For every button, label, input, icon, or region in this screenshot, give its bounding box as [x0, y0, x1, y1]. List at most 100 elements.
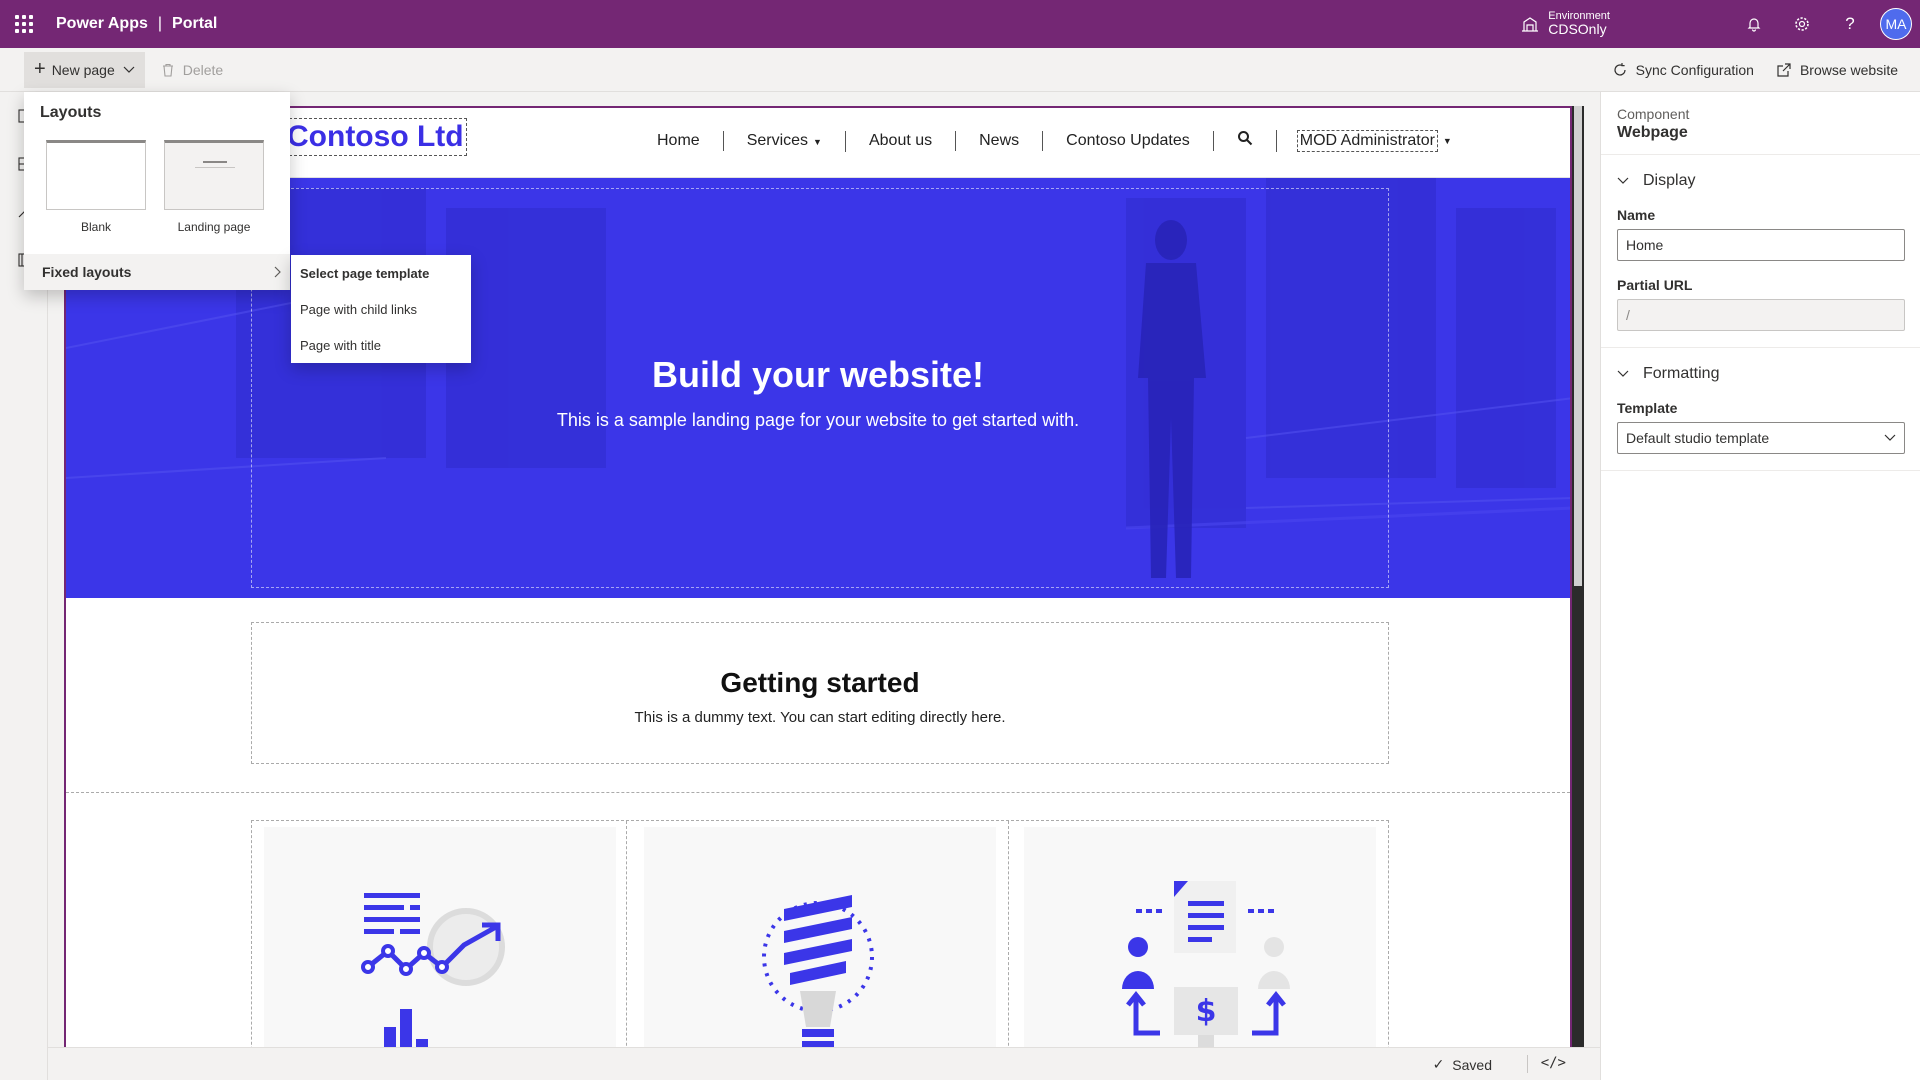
layouts-flyout: Layouts Blank Landing page Fixed layouts	[24, 92, 290, 290]
layout-blank-label: Blank	[80, 220, 112, 234]
section-divider	[66, 792, 1570, 793]
search-icon	[1237, 131, 1252, 146]
template-dropdown[interactable]: Default studio template	[1617, 422, 1905, 454]
nav-user-menu[interactable]: MOD Administrator	[1296, 130, 1438, 152]
partial-url-field[interactable]	[1617, 299, 1905, 331]
template-page-with-child-links[interactable]: Page with child links	[291, 291, 471, 327]
command-bar-right: Sync Configuration Browse website	[1604, 48, 1920, 92]
website-preview[interactable]: Contoso Ltd Home Services ▼ About us News…	[64, 106, 1572, 1047]
canvas-scrollbar-thumb[interactable]	[1574, 106, 1582, 586]
lightbulb-illustration-icon	[762, 895, 874, 1047]
getting-started-text[interactable]: This is a dummy text. You can start edit…	[252, 709, 1388, 726]
nav-item-services[interactable]: Services ▼	[724, 130, 846, 152]
layout-landing-label: Landing page	[177, 220, 251, 234]
product-name: Portal	[172, 15, 218, 32]
sync-icon	[1614, 63, 1626, 76]
layout-thumbnail-line	[195, 167, 235, 168]
properties-panel: Component Webpage Display Name Partial U…	[1600, 92, 1920, 1080]
gear-icon[interactable]	[1778, 0, 1826, 48]
nav-item-search[interactable]	[1214, 130, 1277, 152]
sync-label: Sync Configuration	[1635, 62, 1754, 78]
nav-about-label: About us	[868, 132, 933, 149]
site-logo[interactable]: Contoso Ltd	[284, 118, 467, 156]
feature-column-ideas[interactable]	[644, 827, 996, 1047]
getting-started-title[interactable]: Getting started	[252, 667, 1388, 699]
app-brand: Power Apps | Portal	[56, 15, 217, 33]
fixed-layouts-label: Fixed layouts	[42, 264, 132, 280]
app-header: Power Apps | Portal Environment CDSOnly …	[0, 0, 1920, 48]
template-value: Default studio template	[1626, 430, 1770, 446]
environment-picker[interactable]: Environment CDSOnly	[1520, 10, 1610, 37]
app-name[interactable]: Power Apps	[56, 15, 148, 33]
nav-item-contoso-updates[interactable]: Contoso Updates	[1043, 131, 1214, 151]
select-page-template-header: Select page template	[300, 265, 430, 281]
column-separator	[1008, 821, 1009, 1047]
caret-down-icon: ▼	[813, 136, 822, 147]
chevron-down-icon	[1884, 434, 1896, 441]
name-field[interactable]	[1617, 229, 1905, 261]
delete-label: Delete	[182, 61, 224, 78]
formatting-section: Formatting Template Default studio templ…	[1601, 348, 1920, 471]
browse-website-button[interactable]: Browse website	[1768, 52, 1906, 88]
feature-column-finance[interactable]: $	[1024, 827, 1376, 1047]
name-label: Name	[1617, 207, 1656, 223]
fixed-layouts-menu-item[interactable]: Fixed layouts	[24, 254, 290, 290]
nav-home-label: Home	[657, 132, 700, 149]
environment-icon	[1522, 17, 1539, 32]
formatting-section-title: Formatting	[1643, 365, 1720, 382]
display-section-title: Display	[1643, 172, 1696, 189]
command-bar: + New page Delete Sync Configuration Bro…	[0, 48, 1920, 92]
brand-separator: |	[157, 15, 163, 32]
template-page-with-title[interactable]: Page with title	[291, 327, 471, 363]
layouts-title: Layouts	[40, 104, 102, 121]
fixed-layouts-submenu: Select page template Page with child lin…	[291, 255, 471, 363]
saved-label: Saved	[1452, 1056, 1492, 1073]
display-section-toggle[interactable]: Display	[1617, 155, 1904, 207]
plus-icon: +	[34, 58, 46, 80]
sync-configuration-button[interactable]: Sync Configuration	[1604, 52, 1762, 88]
component-label: Component	[1617, 106, 1690, 122]
new-page-label: New page	[51, 61, 115, 78]
chevron-down-icon	[123, 66, 135, 73]
checkmark-icon: ✓	[1432, 1056, 1445, 1072]
status-bar: ✓ Saved </>	[48, 1047, 1600, 1080]
save-status: ✓ Saved	[1433, 1056, 1492, 1073]
avatar[interactable]: MA	[1880, 8, 1912, 40]
bell-icon[interactable]	[1730, 0, 1778, 48]
component-name: Webpage	[1617, 124, 1688, 141]
code-editor-toggle[interactable]: </>	[1541, 1055, 1566, 1071]
help-icon[interactable]: ?	[1826, 0, 1874, 48]
new-page-button[interactable]: + New page	[24, 51, 145, 88]
column-separator	[626, 821, 627, 1047]
getting-started-section[interactable]: Getting started This is a dummy text. Yo…	[251, 622, 1389, 764]
finance-illustration-icon: $	[1122, 881, 1290, 1047]
chevron-right-icon	[274, 266, 281, 278]
nav-user-label: MOD Administrator	[1299, 132, 1435, 149]
delete-button[interactable]: Delete	[153, 52, 231, 88]
external-link-icon	[1777, 63, 1791, 77]
nav-updates-label: Contoso Updates	[1066, 132, 1190, 149]
waffle-icon[interactable]	[0, 0, 48, 48]
layout-blank-card[interactable]	[46, 140, 146, 210]
hero-subtitle[interactable]: This is a sample landing page for your w…	[66, 410, 1570, 431]
nav-item-news[interactable]: News	[956, 131, 1044, 151]
nav-item-about[interactable]: About us	[846, 131, 957, 151]
layout-landing-card[interactable]	[164, 140, 264, 210]
template-label: Template	[1617, 400, 1678, 416]
svg-text:$: $	[1196, 994, 1217, 1029]
nav-news-label: News	[979, 132, 1020, 149]
nav-item-home[interactable]: Home	[634, 131, 724, 151]
header-actions: Environment CDSOnly ? MA	[1520, 0, 1920, 48]
status-separator	[1527, 1055, 1528, 1073]
environment-name: CDSOnly	[1548, 21, 1607, 38]
hero-section[interactable]: Build your website! This is a sample lan…	[66, 178, 1570, 598]
formatting-section-toggle[interactable]: Formatting	[1617, 348, 1904, 400]
analytics-illustration-icon	[361, 893, 505, 1047]
feature-columns[interactable]: $	[251, 820, 1389, 1047]
trash-icon	[162, 63, 173, 77]
feature-column-analytics[interactable]	[264, 827, 616, 1047]
layout-thumbnail-bar	[203, 161, 227, 163]
site-nav: Home Services ▼ About us News Contoso Upd…	[634, 130, 1452, 152]
chevron-down-icon	[1617, 177, 1629, 184]
browse-label: Browse website	[1799, 62, 1898, 78]
